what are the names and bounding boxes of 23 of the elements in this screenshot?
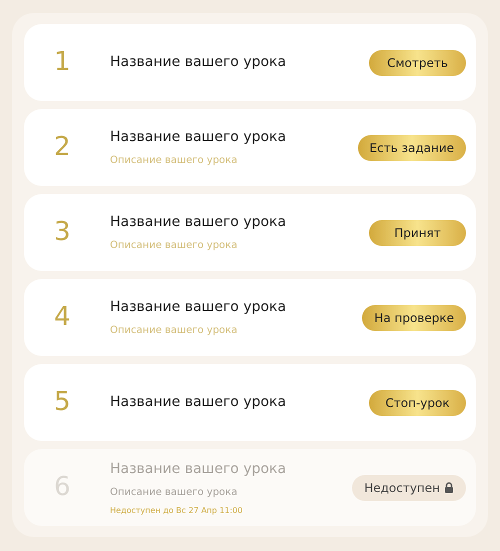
lesson-description: Описание вашего урока [110, 324, 238, 338]
status-button[interactable]: На проверке [362, 304, 466, 330]
lesson-description: Описание вашего урока [110, 154, 238, 168]
status-button[interactable]: Недоступен [352, 474, 466, 500]
lesson-title: Название вашего урока [110, 213, 288, 232]
lesson-title: Название вашего урока [110, 53, 288, 72]
lesson-number: 3 [54, 216, 72, 249]
lock-icon [444, 482, 454, 493]
lesson-number: 5 [54, 386, 72, 419]
lesson-title: Название вашего урока [110, 128, 288, 147]
lesson-description: Описание вашего урока [110, 486, 238, 500]
lesson-description: Описание вашего урока [110, 239, 238, 253]
status-button[interactable]: Есть задание [358, 134, 466, 160]
lesson-title: Название вашего урока [110, 393, 288, 412]
lesson-title: Название вашего урока [110, 298, 288, 317]
lesson-number: 2 [54, 131, 72, 164]
availability-note: Недоступен до Вс 27 Апр 11:00 [110, 504, 244, 516]
status-button[interactable]: Стоп-урок [369, 390, 466, 416]
lesson-title: Название вашего урока [110, 460, 288, 478]
lesson-number: 1 [54, 46, 72, 79]
status-button[interactable]: Принят [369, 220, 466, 246]
status-button[interactable]: Смотреть [369, 50, 466, 76]
lesson-number: 4 [54, 301, 72, 334]
